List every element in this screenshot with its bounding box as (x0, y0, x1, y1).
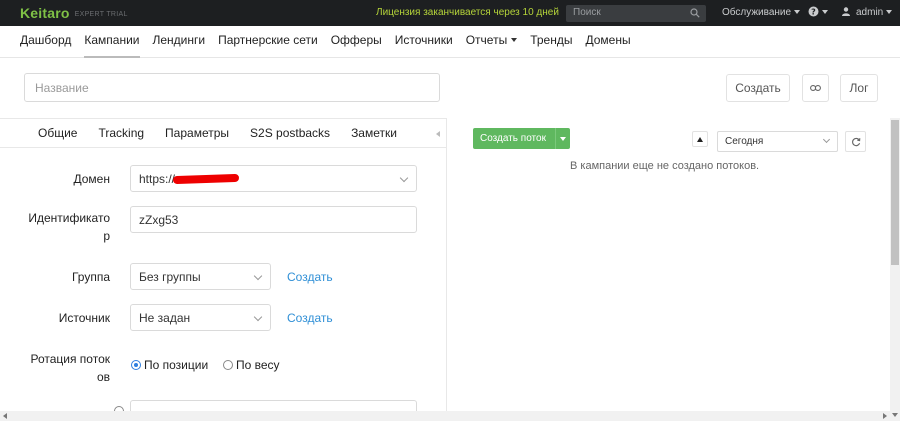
help-icon: ? (808, 6, 819, 17)
scrollbar-thumb[interactable] (891, 120, 899, 265)
nav-landings[interactable]: Лендинги (153, 26, 206, 58)
chevron-down-icon (399, 173, 409, 183)
chevron-down-icon (822, 9, 828, 14)
help-menu[interactable]: ? (808, 6, 828, 17)
triangle-up-icon (697, 136, 703, 142)
period-value: Сегодня (725, 136, 764, 147)
tab-notes[interactable]: Заметки (351, 126, 397, 140)
rotation-label: Ротация поток ов (20, 350, 110, 386)
domain-label: Домен (73, 172, 111, 186)
nav-sources[interactable]: Источники (395, 26, 453, 58)
domain-value: https:// (139, 172, 176, 186)
vertical-scrollbar[interactable] (890, 118, 900, 421)
link-icon (810, 85, 821, 91)
group-label: Группа (71, 270, 110, 284)
identifier-label: Идентификато р (20, 209, 110, 245)
source-value: Не задан (139, 311, 191, 325)
rotation-label-line2: ов (96, 370, 110, 384)
streams-empty-message: В кампании еще не создано потоков. (570, 160, 760, 172)
group-select[interactable]: Без группы (130, 263, 271, 290)
chevron-down-icon (560, 136, 566, 141)
source-label: Источник (58, 311, 110, 325)
nav-offers[interactable]: Офферы (331, 26, 382, 58)
identifier-input[interactable]: zZxg53 (130, 206, 417, 233)
collapse-button[interactable] (692, 131, 708, 147)
link-button[interactable] (802, 74, 829, 102)
tab-tracking[interactable]: Tracking (98, 126, 144, 140)
tabs-scroll-left-icon[interactable] (436, 131, 440, 137)
svg-text:?: ? (811, 7, 816, 16)
chevron-down-icon (794, 10, 801, 15)
group-value: Без группы (139, 270, 201, 284)
user-name: admin (856, 7, 884, 18)
tab-parameters[interactable]: Параметры (165, 126, 229, 140)
refresh-button[interactable] (845, 131, 866, 152)
tab-general[interactable]: Общие (38, 126, 77, 140)
rotation-by-weight-label[interactable]: По весу (236, 358, 280, 372)
panel-divider (446, 118, 447, 418)
nav-reports[interactable]: Отчеты (465, 26, 518, 58)
user-icon (842, 7, 850, 16)
global-search-input[interactable]: Поиск (566, 5, 706, 22)
campaign-tabs: Общие Tracking Параметры S2S postbacks З… (0, 118, 446, 148)
nav-affiliate-networks[interactable]: Партнерские сети (218, 26, 318, 58)
identifier-label-line1: Идентификато (28, 211, 110, 225)
nav-campaigns[interactable]: Кампании (84, 26, 140, 58)
tab-s2s-postbacks[interactable]: S2S postbacks (250, 126, 330, 140)
main-nav: Дашборд Кампании Лендинги Партнерские се… (0, 26, 900, 58)
chevron-down-icon (822, 135, 831, 144)
identifier-label-line2: р (103, 229, 110, 243)
chevron-down-icon (886, 10, 893, 15)
source-select[interactable]: Не задан (130, 304, 271, 331)
horizontal-scrollbar[interactable] (0, 411, 890, 421)
user-menu[interactable]: admin (842, 7, 893, 18)
nav-trends[interactable]: Тренды (530, 26, 572, 58)
create-stream-label: Создать поток (480, 133, 546, 144)
service-menu[interactable]: Обслуживание (722, 7, 801, 18)
create-campaign-button[interactable]: Создать (726, 74, 790, 102)
campaign-name-input[interactable]: Название (24, 73, 440, 102)
edition-label: EXPERT TRIAL (74, 11, 128, 18)
nav-reports-label: Отчеты (465, 32, 508, 47)
nav-dashboard[interactable]: Дашборд (20, 26, 71, 58)
create-stream-dropdown[interactable] (556, 136, 570, 141)
license-notice: Лицензия заканчивается через 10 дней (376, 7, 559, 18)
chevron-down-icon (253, 312, 263, 322)
period-select[interactable]: Сегодня (717, 131, 838, 152)
create-source-link[interactable]: Создать (287, 311, 333, 325)
top-bar: Keitaro EXPERT TRIAL Лицензия заканчивае… (0, 0, 900, 26)
search-placeholder: Поиск (573, 7, 601, 18)
chevron-down-icon (511, 38, 518, 43)
domain-select[interactable]: https:// (130, 165, 417, 192)
app-logo[interactable]: Keitaro (20, 5, 70, 21)
rotation-by-position-radio[interactable] (131, 360, 141, 370)
chevron-down-icon (253, 271, 263, 281)
create-stream-button[interactable]: Создать поток (473, 128, 570, 149)
service-menu-label: Обслуживание (722, 7, 792, 18)
log-button[interactable]: Лог (840, 74, 878, 102)
scroll-left-icon[interactable] (3, 413, 7, 419)
rotation-by-position-label[interactable]: По позиции (144, 358, 208, 372)
refresh-icon (851, 137, 860, 146)
nav-domains[interactable]: Домены (585, 26, 630, 58)
scroll-down-icon[interactable] (892, 413, 898, 417)
rotation-by-weight-radio[interactable] (223, 360, 233, 370)
rotation-label-line1: Ротация поток (30, 352, 110, 366)
scroll-right-icon[interactable] (883, 413, 887, 419)
create-group-link[interactable]: Создать (287, 270, 333, 284)
search-icon[interactable] (690, 8, 700, 18)
redaction-mark (172, 173, 240, 185)
